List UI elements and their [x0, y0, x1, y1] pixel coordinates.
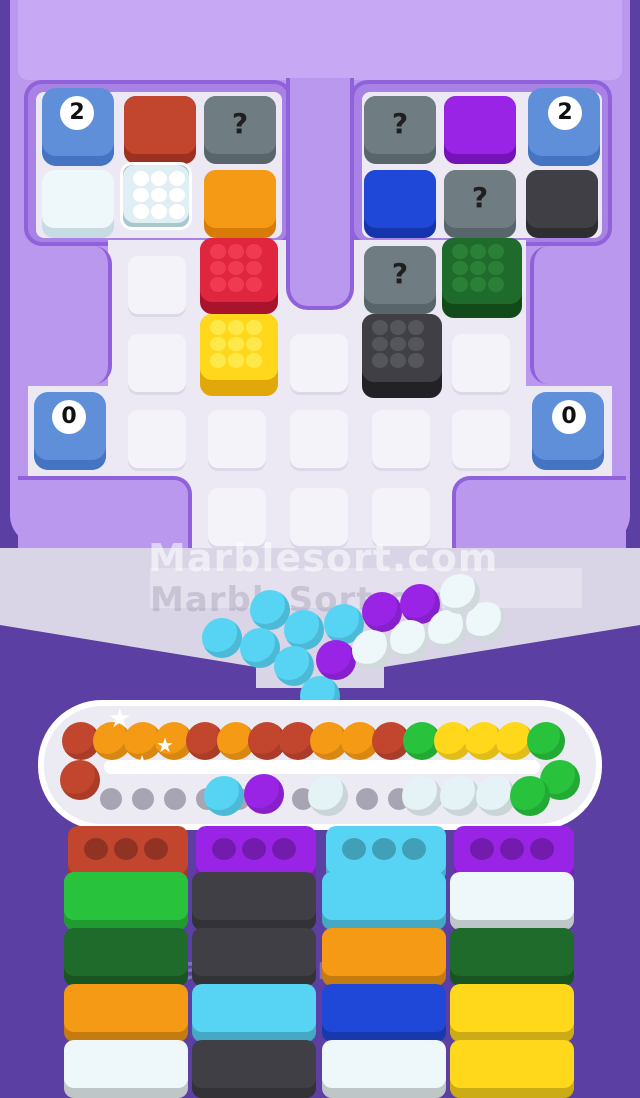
counter-value: 0 — [552, 400, 586, 434]
counter-value: 2 — [60, 96, 94, 130]
marble — [428, 610, 468, 650]
counter-value: 2 — [548, 96, 582, 130]
mystery-block[interactable]: ? — [204, 96, 276, 164]
marble — [316, 640, 356, 680]
marble — [308, 776, 348, 816]
grid-cell[interactable] — [208, 410, 266, 468]
stack-block-white — [64, 1040, 188, 1098]
grid-cell[interactable] — [290, 410, 348, 468]
block-white[interactable] — [42, 170, 114, 238]
grid-cell[interactable] — [452, 334, 510, 392]
mystery-block[interactable]: ? — [364, 96, 436, 164]
empty-slot — [356, 788, 378, 810]
tube-hole — [212, 838, 236, 860]
tube-hole — [500, 838, 524, 860]
block-blue[interactable] — [364, 170, 436, 238]
counter-box-top-right: 2 — [528, 88, 600, 166]
stack-block-darkgray — [192, 928, 316, 986]
tube-hole — [272, 838, 296, 860]
tube-hole — [114, 838, 138, 860]
grid-cell[interactable] — [128, 256, 186, 314]
watermark: Marblesort.com — [148, 536, 499, 580]
stack-block-darkgray — [192, 872, 316, 930]
marble — [510, 776, 550, 816]
marble — [402, 776, 442, 816]
stack-block-darkgreen — [64, 928, 188, 986]
tube-hole — [144, 838, 168, 860]
stack-block-yellow — [450, 984, 574, 1042]
tube-hole — [372, 838, 396, 860]
block-dark-gray[interactable] — [526, 170, 598, 238]
grid-cell[interactable] — [452, 410, 510, 468]
mystery-block[interactable]: ? — [364, 246, 436, 314]
counter-box-mid-left: 0 — [34, 392, 106, 470]
tube-hole — [242, 838, 266, 860]
stack-block-white — [450, 872, 574, 930]
grid-cell[interactable] — [290, 334, 348, 392]
marble-pack-red[interactable] — [200, 238, 278, 314]
marble — [527, 722, 565, 760]
stack-block-orange — [322, 928, 446, 986]
empty-slot — [100, 788, 122, 810]
marble — [440, 574, 480, 614]
marble — [390, 620, 430, 660]
stack-block-darkgreen — [450, 928, 574, 986]
marble-pack-dark-gray[interactable] — [362, 314, 442, 398]
block-rust[interactable] — [124, 96, 196, 164]
grid-cell[interactable] — [372, 410, 430, 468]
sparkle-icon: ★ — [134, 752, 151, 773]
stack-block-white — [322, 1040, 446, 1098]
counter-box-top-left: 2 — [42, 88, 114, 166]
tube-hole — [342, 838, 366, 860]
block-purple[interactable] — [444, 96, 516, 164]
marble-pack-white[interactable] — [120, 162, 192, 230]
marble — [244, 774, 284, 814]
counter-value: 0 — [52, 400, 86, 434]
stack-block-darkgray — [192, 1040, 316, 1098]
marble — [60, 760, 100, 800]
left-side-wall — [18, 246, 112, 384]
stack-block-green — [64, 872, 188, 930]
tube-hole — [530, 838, 554, 860]
marble — [202, 618, 242, 658]
sparkle-icon: ★ — [156, 733, 174, 757]
marble — [440, 776, 480, 816]
marble-pack-yellow[interactable] — [200, 314, 278, 396]
tube-hole — [470, 838, 494, 860]
empty-slot — [132, 788, 154, 810]
empty-slot — [164, 788, 186, 810]
grid-cell[interactable] — [128, 334, 186, 392]
mystery-block[interactable]: ? — [444, 170, 516, 238]
conveyor-track — [104, 760, 540, 774]
tube-hole — [84, 838, 108, 860]
block-orange[interactable] — [204, 170, 276, 238]
stack-block-cyan — [192, 984, 316, 1042]
stack-block-orange — [64, 984, 188, 1042]
right-side-wall — [530, 246, 624, 384]
counter-box-mid-right: 0 — [532, 392, 604, 470]
board-top-rim — [18, 0, 622, 80]
center-divider — [286, 78, 354, 310]
marble — [352, 630, 392, 670]
marble — [204, 776, 244, 816]
stack-block-cyan — [322, 872, 446, 930]
grid-cell[interactable] — [128, 410, 186, 468]
marble-pack-dark-green[interactable] — [442, 238, 522, 318]
sparkle-icon: ★ — [108, 704, 132, 734]
stack-block-yellow — [450, 1040, 574, 1098]
marble — [284, 610, 324, 650]
stack-block-blue — [322, 984, 446, 1042]
tube-hole — [402, 838, 426, 860]
